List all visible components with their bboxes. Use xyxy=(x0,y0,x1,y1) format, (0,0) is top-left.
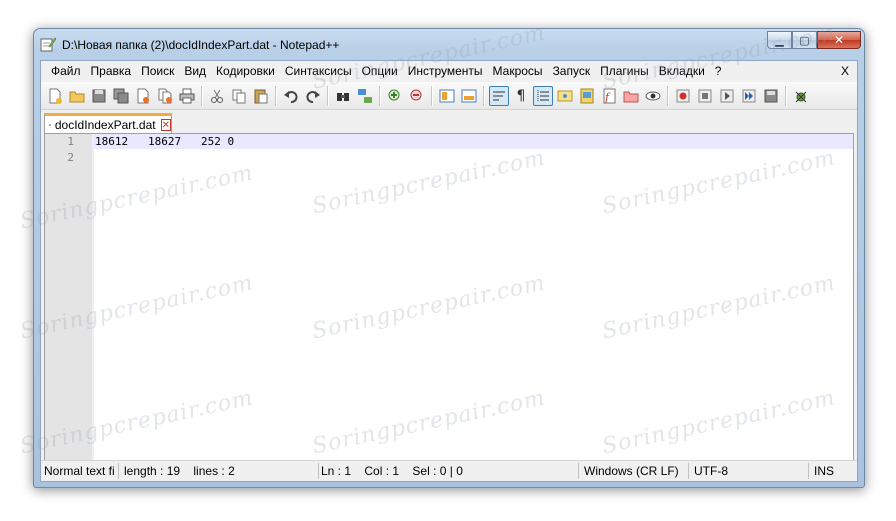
toolbar-separator xyxy=(785,85,787,106)
status-position: Ln : 1 Col : 1 Sel : 0 | 0 xyxy=(321,463,579,479)
toolbar-separator xyxy=(201,85,203,106)
zoom-in-icon[interactable] xyxy=(385,86,405,106)
window-controls: ▁ ▢ ✕ xyxy=(767,31,861,50)
menu-help[interactable]: ? xyxy=(710,61,727,81)
line-number-gutter: 1 2 xyxy=(45,134,93,460)
close-window-button[interactable]: ✕ xyxy=(817,31,861,49)
close-icon: ✕ xyxy=(833,33,845,47)
minimize-icon: ▁ xyxy=(775,34,784,47)
toolbar-separator xyxy=(431,85,433,106)
open-file-icon[interactable] xyxy=(67,86,87,106)
toolbar-separator xyxy=(275,85,277,106)
maximize-button[interactable]: ▢ xyxy=(792,31,817,49)
window-title: D:\Новая папка (2)\docIdIndexPart.dat - … xyxy=(62,38,340,52)
status-col: Col : 1 xyxy=(364,464,400,478)
menu-file[interactable]: Файл xyxy=(46,61,86,81)
word-wrap-icon[interactable] xyxy=(489,85,509,106)
toolbar-separator xyxy=(327,85,329,106)
menu-run[interactable]: Запуск xyxy=(548,61,596,81)
record-macro-icon[interactable] xyxy=(673,86,693,106)
folder-workspace-icon[interactable] xyxy=(621,86,641,106)
notepadpp-icon xyxy=(40,37,56,52)
function-list-icon[interactable]: f xyxy=(599,86,619,106)
sync-vertical-icon[interactable] xyxy=(437,86,457,106)
client-area: Файл Правка Поиск Вид Кодировки Синтакси… xyxy=(40,60,858,482)
menu-edit[interactable]: Правка xyxy=(86,61,137,81)
title-bar[interactable]: D:\Новая папка (2)\docIdIndexPart.dat - … xyxy=(34,29,864,59)
indent-guide-icon[interactable] xyxy=(533,85,553,106)
status-length: length : 19 xyxy=(124,464,181,478)
menu-language[interactable]: Синтаксисы xyxy=(280,61,357,81)
save-macro-icon[interactable] xyxy=(761,86,781,106)
status-ln: Ln : 1 xyxy=(321,464,352,478)
undo-icon[interactable] xyxy=(281,86,301,106)
close-document-button[interactable]: X xyxy=(841,64,849,78)
notepadpp-window: D:\Новая папка (2)\docIdIndexPart.dat - … xyxy=(33,28,865,488)
tab-bar: docIdIndexPart.dat ✕ xyxy=(41,111,857,133)
maximize-icon: ▢ xyxy=(799,34,810,47)
zoom-out-icon[interactable] xyxy=(407,86,427,106)
monitor-icon[interactable] xyxy=(643,86,663,106)
paste-icon[interactable] xyxy=(251,86,271,106)
copy-icon[interactable] xyxy=(229,86,249,106)
find-icon[interactable] xyxy=(333,86,353,106)
status-encoding: UTF-8 xyxy=(691,463,809,479)
toolbar: ¶ f xyxy=(41,82,857,110)
toolbar-separator xyxy=(483,85,485,106)
line-number: 2 xyxy=(67,151,74,164)
menu-bar: Файл Правка Поиск Вид Кодировки Синтакси… xyxy=(41,61,857,81)
save-icon[interactable] xyxy=(89,86,109,106)
menu-settings[interactable]: Опции xyxy=(357,61,403,81)
cut-icon[interactable] xyxy=(207,86,227,106)
play-macro-icon[interactable] xyxy=(717,86,737,106)
user-lang-icon[interactable] xyxy=(555,86,575,106)
menu-encoding[interactable]: Кодировки xyxy=(211,61,280,81)
text-line[interactable] xyxy=(94,150,853,165)
sync-horizontal-icon[interactable] xyxy=(459,86,479,106)
replace-icon[interactable] xyxy=(355,86,375,106)
status-length-lines: length : 19 lines : 2 xyxy=(121,463,319,479)
minimize-button[interactable]: ▁ xyxy=(767,31,792,49)
toolbar-separator xyxy=(667,85,669,106)
tab-docidindexpart[interactable]: docIdIndexPart.dat ✕ xyxy=(44,113,172,133)
tab-label: docIdIndexPart.dat xyxy=(54,117,156,132)
stop-record-icon[interactable] xyxy=(695,86,715,106)
status-sel: Sel : 0 | 0 xyxy=(412,464,463,478)
status-lines: lines : 2 xyxy=(193,464,235,478)
editor-area[interactable]: 1 2 18612 18627 252 0 xyxy=(44,133,854,461)
toolbar-separator xyxy=(379,85,381,106)
menu-window[interactable]: Вкладки xyxy=(654,61,710,81)
status-bar: Normal text fi length : 19 lines : 2 Ln … xyxy=(41,460,857,481)
new-file-icon[interactable] xyxy=(45,86,65,106)
status-mode: INS xyxy=(814,464,835,478)
tab-close-icon[interactable]: ✕ xyxy=(160,118,171,131)
close-file-icon[interactable] xyxy=(133,86,153,106)
status-eol[interactable]: Windows (CR LF) xyxy=(581,463,689,479)
menu-search[interactable]: Поиск xyxy=(136,61,179,81)
redo-icon[interactable] xyxy=(303,86,323,106)
menu-view[interactable]: Вид xyxy=(179,61,211,81)
print-icon[interactable] xyxy=(177,86,197,106)
menu-tools[interactable]: Инструменты xyxy=(403,61,488,81)
status-language: Normal text fi xyxy=(41,463,119,479)
text-line[interactable]: 18612 18627 252 0 xyxy=(94,134,853,149)
text-area[interactable]: 18612 18627 252 0 xyxy=(94,134,853,460)
save-all-icon[interactable] xyxy=(111,86,131,106)
close-all-icon[interactable] xyxy=(155,86,175,106)
plugin-icon[interactable] xyxy=(791,86,811,106)
line-number: 1 xyxy=(67,135,74,148)
doc-map-icon[interactable] xyxy=(577,86,597,106)
menu-plugins[interactable]: Плагины xyxy=(595,61,654,81)
menu-macro[interactable]: Макросы xyxy=(488,61,548,81)
run-macro-multiple-icon[interactable] xyxy=(739,86,759,106)
show-all-chars-icon[interactable]: ¶ xyxy=(511,86,531,106)
save-state-icon xyxy=(49,123,51,126)
